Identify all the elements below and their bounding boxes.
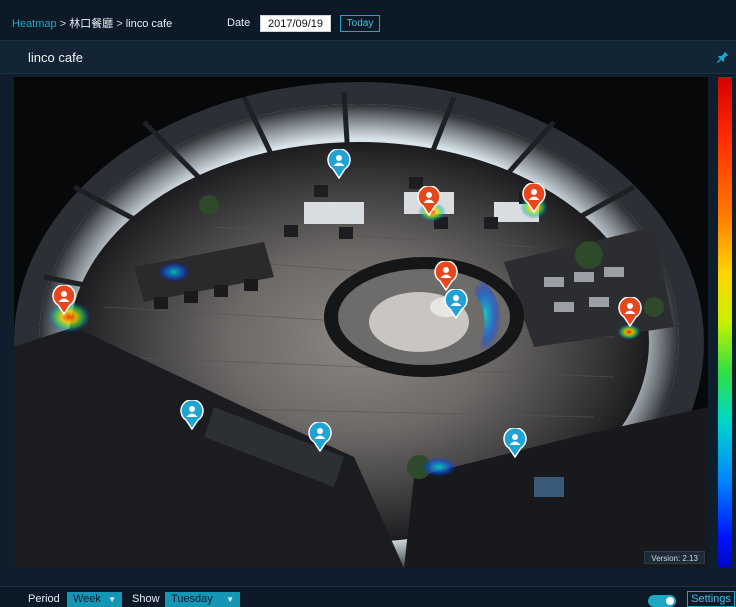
heat-legend-bar [718,77,732,567]
person-marker-blue[interactable] [308,422,332,452]
date-label: Date [227,17,251,29]
chevron-down-icon: ▼ [108,595,116,604]
show-value: Tuesday [171,593,213,605]
show-dropdown[interactable]: Tuesday ▼ [165,592,240,607]
version-label: Version: 2.13 [644,551,705,564]
breadcrumb-separator: > [56,18,70,30]
top-bar: Heatmap > 林口餐廳 > linco cafe Date 2017/09… [0,0,736,41]
bottom-bar: Period Week ▼ Show Tuesday ▼ Settings [0,586,736,607]
show-label: Show [132,593,160,605]
display-toggle[interactable] [648,595,676,607]
person-marker-blue[interactable] [503,428,527,458]
person-marker-red[interactable] [434,261,458,291]
settings-button[interactable]: Settings [687,591,735,607]
fisheye-image [14,77,708,568]
period-value: Week [73,593,101,605]
camera-view[interactable]: Version: 2.13 [14,77,708,568]
panel-header: linco cafe [0,41,736,74]
person-marker-red[interactable] [52,285,76,315]
chevron-down-icon: ▼ [226,595,234,604]
person-marker-red[interactable] [522,183,546,213]
panel-title: linco cafe [28,50,83,65]
breadcrumb-location[interactable]: 林口餐廳 [69,18,113,30]
date-field[interactable]: 2017/09/19 [260,15,331,32]
period-label: Period [28,593,60,605]
person-marker-red[interactable] [618,297,642,327]
breadcrumb-camera: linco cafe [125,18,173,30]
person-marker-blue[interactable] [180,400,204,430]
toggle-knob [666,597,674,605]
breadcrumb: Heatmap > 林口餐廳 > linco cafe [12,15,172,31]
pin-icon[interactable] [716,50,730,64]
breadcrumb-separator: > [113,18,126,30]
today-button[interactable]: Today [340,15,380,32]
person-marker-blue[interactable] [327,149,351,179]
period-dropdown[interactable]: Week ▼ [67,592,122,607]
person-marker-blue[interactable] [444,289,468,319]
breadcrumb-heatmap[interactable]: Heatmap [12,18,57,30]
person-marker-red[interactable] [417,186,441,216]
